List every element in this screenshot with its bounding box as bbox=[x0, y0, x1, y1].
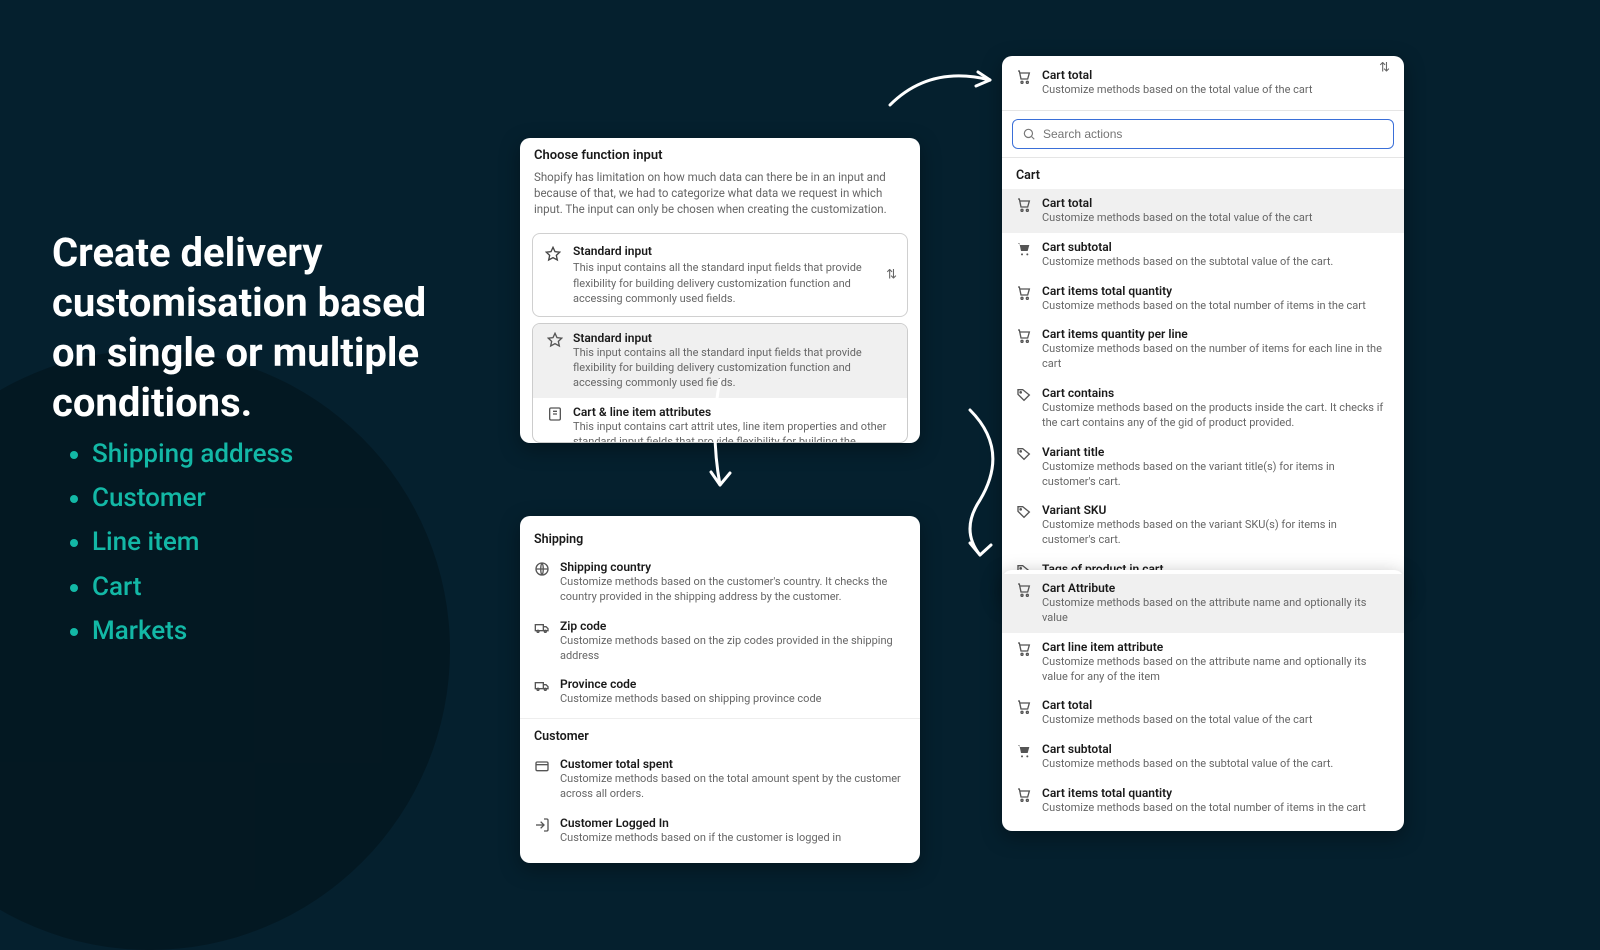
cart-icon bbox=[1016, 641, 1032, 657]
cart-icon bbox=[1016, 197, 1032, 213]
cart-icon bbox=[1016, 582, 1032, 598]
card-description: Shopify has limitation on how much data … bbox=[520, 167, 920, 227]
row-cart-subtotal-2[interactable]: Cart subtotalCustomize methods based on … bbox=[1002, 735, 1404, 779]
option-cart-line-item-attributes[interactable]: Cart & line item attributes This input c… bbox=[533, 398, 907, 442]
condition-bullets: Shipping address Customer Line item Cart… bbox=[72, 432, 293, 653]
truck-icon bbox=[534, 620, 550, 636]
cart-filled-icon bbox=[1016, 241, 1032, 257]
section-cart: Cart bbox=[1002, 158, 1404, 189]
tag-icon bbox=[1016, 504, 1032, 520]
arrow-to-card3 bbox=[880, 60, 1010, 120]
row-cart-contains[interactable]: Cart containsCustomize methods based on … bbox=[1002, 379, 1404, 438]
row-shipping-country[interactable]: Shipping countryCustomize methods based … bbox=[520, 553, 920, 612]
updown-icon: ⇅ bbox=[1379, 61, 1390, 76]
row-customer-total-spent[interactable]: Customer total spentCustomize methods ba… bbox=[520, 750, 920, 809]
bullet-cart: Cart bbox=[92, 565, 293, 609]
shipping-customer-card: Shipping Shipping countryCustomize metho… bbox=[520, 516, 920, 863]
row-cart-attribute[interactable]: Cart AttributeCustomize methods based on… bbox=[1002, 574, 1404, 633]
search-icon bbox=[1022, 127, 1036, 141]
cart-filled-icon bbox=[1016, 743, 1032, 759]
row-cart-items-quantity-per-line[interactable]: Cart items quantity per lineCustomize me… bbox=[1002, 320, 1404, 379]
cart-icon bbox=[1016, 787, 1032, 803]
star-icon bbox=[547, 332, 563, 348]
cart-icon bbox=[1016, 328, 1032, 344]
cart-attribute-card: Cart AttributeCustomize methods based on… bbox=[1002, 570, 1404, 831]
row-variant-title[interactable]: Variant titleCustomize methods based on … bbox=[1002, 438, 1404, 497]
section-customer: Customer bbox=[520, 718, 920, 750]
row-cart-total-2[interactable]: Cart totalCustomize methods based on the… bbox=[1002, 691, 1404, 735]
row-cart-total[interactable]: Cart totalCustomize methods based on the… bbox=[1002, 189, 1404, 233]
updown-icon: ⇅ bbox=[886, 268, 897, 283]
search-actions-input[interactable] bbox=[1012, 119, 1394, 149]
note-icon bbox=[547, 406, 563, 422]
section-shipping: Shipping bbox=[520, 522, 920, 553]
page-heading: Create delivery customisation based on s… bbox=[52, 228, 472, 428]
selected-desc: This input contains all the standard inp… bbox=[573, 260, 875, 306]
row-cart-line-item-attribute[interactable]: Cart line item attributeCustomize method… bbox=[1002, 633, 1404, 692]
wallet-icon bbox=[534, 758, 550, 774]
choose-function-input-card: Choose function input Shopify has limita… bbox=[520, 138, 920, 443]
option-standard-input[interactable]: Standard input This input contains all t… bbox=[533, 324, 907, 398]
row-customer-logged-in[interactable]: Customer Logged InCustomize methods base… bbox=[520, 809, 920, 853]
tag-icon bbox=[1016, 446, 1032, 462]
current-selection[interactable]: Cart total Customize methods based on th… bbox=[1002, 56, 1404, 111]
bullet-shipping-address: Shipping address bbox=[92, 432, 293, 476]
tag-icon bbox=[1016, 387, 1032, 403]
row-zip-code[interactable]: Zip codeCustomize methods based on the z… bbox=[520, 612, 920, 671]
bullet-line-item: Line item bbox=[92, 520, 293, 564]
cart-icon bbox=[1016, 699, 1032, 715]
cart-icon bbox=[1016, 69, 1032, 85]
row-cart-items-total-quantity[interactable]: Cart items total quantityCustomize metho… bbox=[1002, 277, 1404, 321]
truck-icon bbox=[534, 678, 550, 694]
function-input-select[interactable]: Standard input This input contains all t… bbox=[532, 233, 908, 317]
bullet-customer: Customer bbox=[92, 476, 293, 520]
cart-search-card: Cart total Customize methods based on th… bbox=[1002, 56, 1404, 599]
row-cart-items-total-quantity-2[interactable]: Cart items total quantityCustomize metho… bbox=[1002, 779, 1404, 823]
star-icon bbox=[545, 246, 561, 262]
selected-title: Standard input bbox=[573, 244, 875, 258]
bullet-markets: Markets bbox=[92, 609, 293, 653]
row-variant-sku[interactable]: Variant SKUCustomize methods based on th… bbox=[1002, 496, 1404, 555]
globe-icon bbox=[534, 561, 550, 577]
cart-icon bbox=[1016, 285, 1032, 301]
login-icon bbox=[534, 817, 550, 833]
card-title: Choose function input bbox=[520, 138, 920, 167]
row-cart-subtotal[interactable]: Cart subtotalCustomize methods based on … bbox=[1002, 233, 1404, 277]
row-province-code[interactable]: Province codeCustomize methods based on … bbox=[520, 670, 920, 714]
